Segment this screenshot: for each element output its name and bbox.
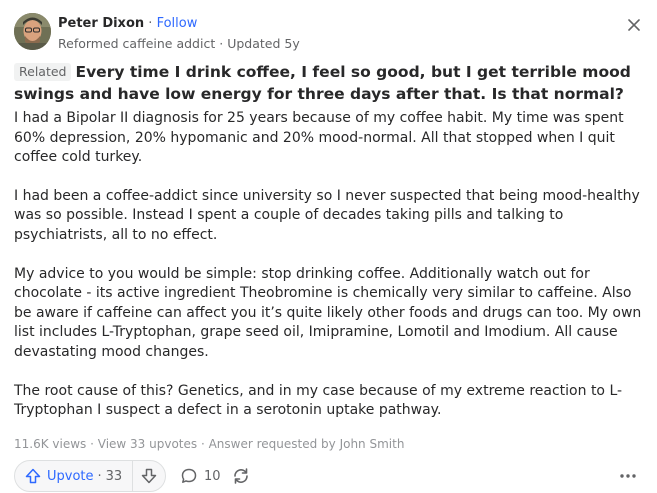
answer-requested: Answer requested by John Smith [208, 437, 405, 451]
avatar-image [14, 13, 51, 50]
answer-header: Peter Dixon · Follow Reformed caffeine a… [14, 13, 644, 53]
author-credential: Reformed caffeine addict [58, 36, 216, 51]
close-button[interactable] [624, 15, 644, 35]
share-recycle-icon [234, 468, 248, 484]
view-count: 11.6K views [14, 437, 87, 451]
credential-line: Reformed caffeine addict · Updated 5y [58, 35, 300, 52]
answer-paragraph: My advice to you would be simple: stop d… [14, 265, 642, 360]
arrow-down-icon [141, 468, 157, 484]
related-tag: Related [14, 63, 72, 81]
answer-meta: 11.6K views · View 33 upvotes · Answer r… [14, 436, 404, 452]
comment-count: 10 [204, 468, 221, 484]
author-name[interactable]: Peter Dixon [58, 16, 144, 31]
close-icon [628, 19, 640, 31]
follow-button[interactable]: Follow [157, 16, 198, 31]
upvote-button[interactable]: Upvote · 33 [15, 461, 132, 491]
share-button[interactable] [230, 466, 252, 486]
updated-timestamp[interactable]: Updated 5y [227, 36, 300, 51]
upvote-label: Upvote [47, 468, 94, 484]
upvote-count: 33 [105, 468, 123, 484]
question-title[interactable]: Every time I drink coffee, I feel so goo… [14, 63, 631, 103]
view-upvotes-link[interactable]: View 33 upvotes [98, 437, 197, 451]
arrow-up-icon [25, 468, 41, 484]
more-horizontal-icon [620, 474, 636, 478]
author-line: Peter Dixon · Follow [58, 15, 197, 33]
answer-paragraph: I had been a coffee-addict since univers… [14, 187, 640, 243]
related-question[interactable]: Related Every time I drink coffee, I feel… [14, 61, 644, 105]
downvote-button[interactable] [133, 461, 165, 491]
separator-dot: · [219, 36, 224, 51]
upvote-separator: · [97, 468, 102, 484]
separator-dot: · [86, 437, 98, 451]
action-bar: Upvote · 33 10 [14, 460, 644, 492]
avatar[interactable] [14, 13, 51, 50]
separator-dot: · [197, 437, 209, 451]
comment-bubble-icon [181, 468, 197, 483]
more-options-button[interactable] [616, 466, 640, 486]
comment-button[interactable]: 10 [180, 460, 221, 492]
answer-paragraph: The root cause of this? Genetics, and in… [14, 382, 623, 419]
answer-paragraph: I had a Bipolar II diagnosis for 25 year… [14, 110, 624, 166]
vote-group: Upvote · 33 [14, 460, 167, 492]
separator-dot: · [148, 16, 153, 31]
answer-body: I had a Bipolar II diagnosis for 25 year… [14, 109, 644, 421]
